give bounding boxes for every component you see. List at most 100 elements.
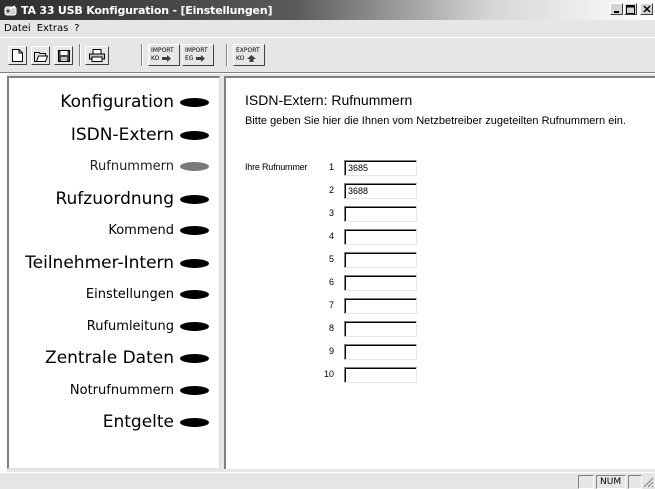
printer-icon — [89, 49, 105, 62]
nav-bullet-icon — [180, 162, 209, 171]
toolbar-separator — [141, 44, 143, 66]
nav-label: ISDN-Extern — [70, 125, 174, 145]
status-panel-scroll — [628, 475, 642, 489]
menu-extras[interactable]: Extras — [34, 23, 72, 34]
maximize-button[interactable] — [624, 3, 637, 15]
number-input-10[interactable] — [344, 367, 417, 383]
nav-bullet-icon — [180, 290, 209, 299]
close-button[interactable] — [640, 3, 653, 15]
nav-bullet-icon — [180, 97, 209, 107]
status-num: NUM — [596, 475, 626, 489]
export-ko-button[interactable]: EXPORT KO — [233, 44, 265, 66]
nav-bullet-icon — [180, 258, 209, 268]
client-area: Konfiguration ISDN-Extern Rufnummern Ruf… — [7, 74, 655, 472]
toolbar-separator — [79, 44, 81, 66]
nav-kommend[interactable]: Kommend — [108, 223, 209, 238]
import-eg-line2: EG — [185, 55, 194, 62]
status-bar: NUM — [0, 472, 655, 489]
nav-label: Rufumleitung — [86, 319, 174, 334]
open-button[interactable] — [31, 46, 50, 65]
page-description: Bitte geben Sie hier die Ihnen vom Netzb… — [245, 115, 626, 127]
nav-isdn-extern[interactable]: ISDN-Extern — [71, 125, 209, 145]
minimize-icon — [613, 11, 619, 13]
export-ko-line2: KO — [236, 55, 245, 62]
resize-grip-icon[interactable] — [642, 476, 654, 488]
navigation-pane: Konfiguration ISDN-Extern Rufnummern Ruf… — [7, 76, 220, 469]
print-button[interactable] — [85, 46, 109, 65]
arrow-right-icon — [162, 55, 172, 62]
page-title: ISDN-Extern: Rufnummern — [245, 92, 413, 108]
title-bar: TA 33 USB Konfiguration - [Einstellungen… — [0, 0, 655, 20]
menu-bar: Datei Extras ? — [0, 20, 655, 37]
number-input-9[interactable] — [344, 344, 417, 360]
nav-bullet-icon — [180, 417, 209, 427]
nav-rufzuordnung[interactable]: Rufzuordnung — [55, 189, 209, 209]
menu-datei[interactable]: Datei — [1, 23, 34, 34]
import-eg-button[interactable]: IMPORT EG — [182, 44, 214, 66]
nav-bullet-icon — [180, 386, 209, 395]
number-index: 9 — [328, 346, 334, 356]
arrow-up-icon — [247, 55, 257, 62]
arrow-right-icon — [196, 55, 206, 62]
window-title: TA 33 USB Konfiguration - [Einstellungen… — [21, 3, 273, 17]
number-input-8[interactable] — [344, 321, 417, 337]
import-eg-line1: IMPORT — [185, 47, 208, 54]
nav-teilnehmer-intern[interactable]: Teilnehmer-Intern — [25, 253, 209, 273]
number-input-3[interactable] — [344, 206, 417, 222]
nav-label: Rufnummern — [89, 159, 174, 174]
minimize-button[interactable] — [610, 3, 623, 15]
number-index: 6 — [328, 277, 334, 287]
status-panel-caps — [578, 475, 594, 489]
new-button[interactable] — [8, 46, 27, 65]
nav-bullet-icon — [180, 353, 209, 363]
nav-rufumleitung[interactable]: Rufumleitung — [87, 319, 209, 334]
menu-help[interactable]: ? — [71, 23, 82, 34]
import-ko-button[interactable]: IMPORT KO — [148, 44, 180, 66]
nav-entgelte[interactable]: Entgelte — [103, 412, 209, 432]
open-folder-icon — [33, 51, 48, 62]
nav-bullet-icon — [180, 194, 209, 204]
number-index: 7 — [328, 300, 334, 310]
nav-label: Teilnehmer-Intern — [25, 253, 174, 273]
export-ko-line1: EXPORT — [236, 47, 260, 54]
nav-bullet-icon — [180, 226, 209, 235]
import-ko-line1: IMPORT — [151, 47, 174, 54]
number-index: 3 — [328, 208, 334, 218]
number-input-4[interactable] — [344, 229, 417, 245]
new-file-icon — [12, 49, 23, 62]
number-input-1[interactable] — [344, 160, 417, 176]
number-index: 1 — [328, 162, 334, 172]
nav-label: Entgelte — [102, 412, 174, 432]
save-button[interactable] — [54, 46, 73, 65]
floppy-disk-icon — [57, 49, 70, 62]
nav-zentrale-daten[interactable]: Zentrale Daten — [45, 348, 209, 368]
nav-label: Konfiguration — [60, 92, 174, 112]
number-input-6[interactable] — [344, 275, 417, 291]
nav-notrufnummern[interactable]: Notrufnummern — [70, 383, 209, 398]
number-input-2[interactable] — [344, 183, 417, 199]
nav-label: Zentrale Daten — [45, 348, 174, 368]
maximize-icon — [626, 4, 635, 14]
nav-rufnummern[interactable]: Rufnummern — [90, 159, 209, 174]
nav-einstellungen[interactable]: Einstellungen — [86, 287, 209, 302]
toolbar-separator — [226, 44, 228, 66]
nav-label: Kommend — [108, 223, 174, 238]
nav-konfiguration[interactable]: Konfiguration — [60, 92, 209, 112]
nav-bullet-icon — [180, 130, 209, 140]
number-index: 2 — [328, 185, 334, 195]
number-index: 5 — [328, 254, 334, 264]
nav-label: Rufzuordnung — [55, 189, 174, 209]
number-input-5[interactable] — [344, 252, 417, 268]
nav-label: Einstellungen — [85, 287, 174, 302]
number-input-7[interactable] — [344, 298, 417, 314]
number-index: 10 — [323, 369, 334, 379]
toolbar: IMPORT KO IMPORT EG EXPORT KO — [0, 37, 655, 73]
app-icon — [3, 3, 17, 17]
nav-label: Notrufnummern — [69, 383, 174, 398]
nav-bullet-icon — [180, 322, 209, 331]
number-index: 4 — [328, 231, 334, 241]
import-ko-line2: KO — [151, 55, 160, 62]
close-icon — [642, 5, 651, 13]
number-index: 8 — [328, 323, 334, 333]
content-pane: ISDN-Extern: Rufnummern Bitte geben Sie … — [224, 76, 655, 469]
